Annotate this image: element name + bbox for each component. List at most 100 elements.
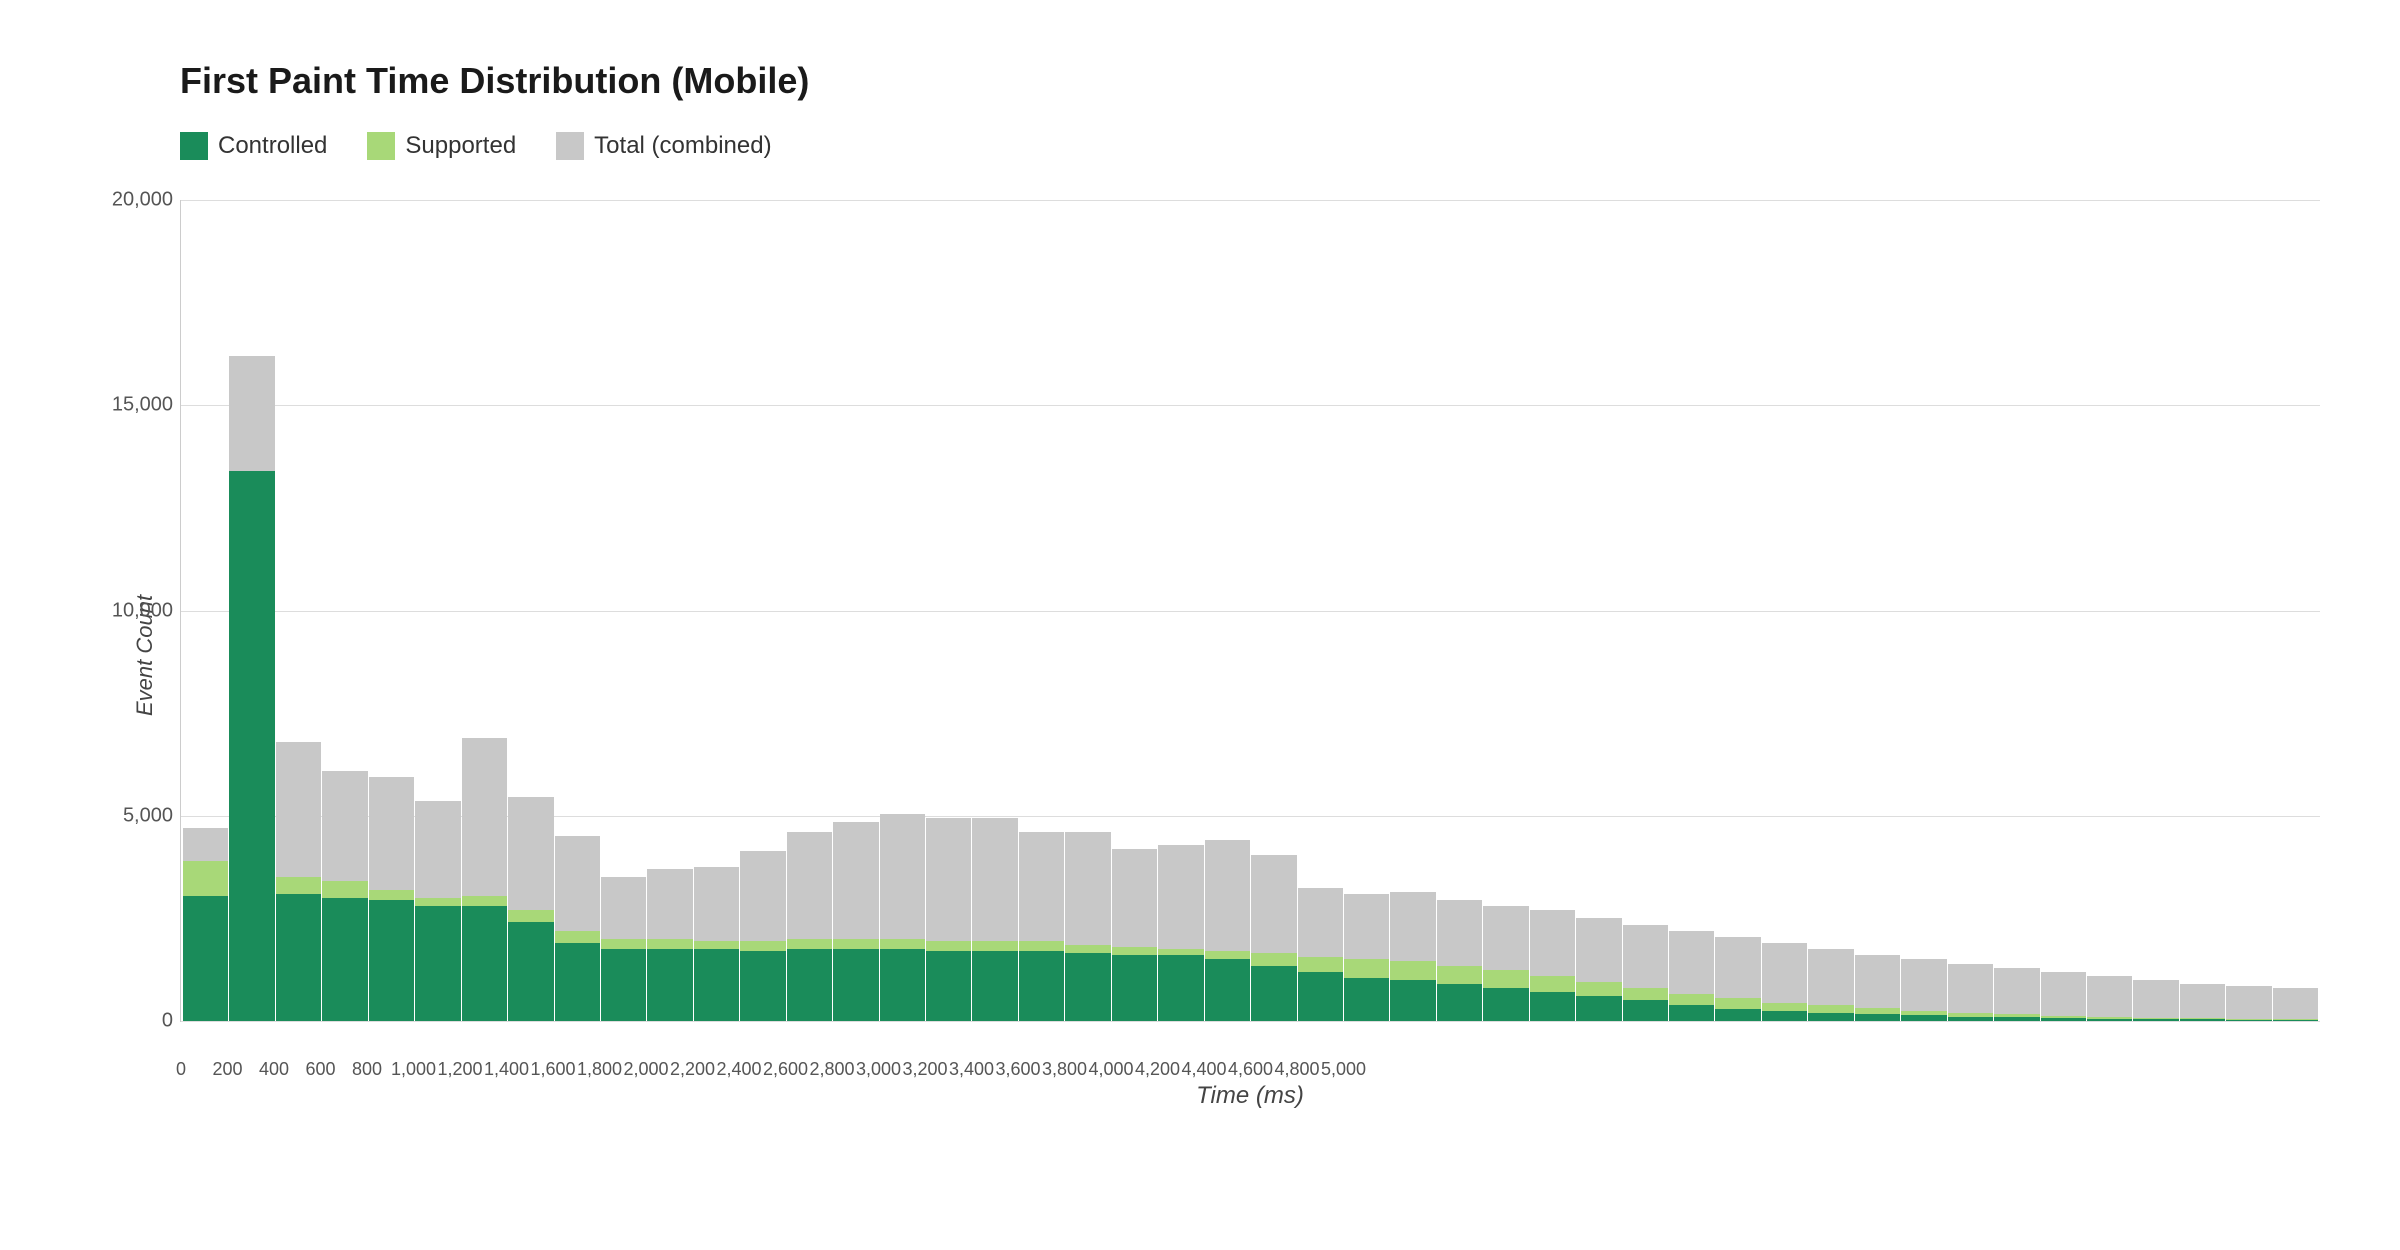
x-tick-label: 800 bbox=[352, 1059, 382, 1080]
bar-controlled bbox=[369, 900, 414, 1021]
bar-controlled bbox=[926, 951, 971, 1021]
y-tick-label: 15,000 bbox=[93, 394, 173, 417]
bar-controlled bbox=[1205, 959, 1250, 1021]
bar-group bbox=[229, 200, 274, 1021]
bar-group bbox=[2273, 200, 2318, 1021]
bar-controlled bbox=[1948, 1017, 1993, 1022]
x-tick-label: 4,000 bbox=[1088, 1059, 1133, 1080]
bar-group bbox=[1669, 200, 1714, 1021]
bar-controlled bbox=[508, 922, 553, 1021]
bar-controlled bbox=[1344, 978, 1389, 1021]
bar-controlled bbox=[322, 898, 367, 1021]
y-tick-label: 10,000 bbox=[93, 599, 173, 622]
bar-controlled bbox=[415, 906, 460, 1021]
bar-group bbox=[1158, 200, 1203, 1021]
x-tick-label: 2,000 bbox=[623, 1059, 668, 1080]
total-swatch bbox=[556, 132, 584, 160]
bar-group bbox=[462, 200, 507, 1021]
bar-controlled bbox=[1019, 951, 1064, 1021]
bar-controlled bbox=[833, 949, 878, 1021]
x-tick-label: 4,400 bbox=[1181, 1059, 1226, 1080]
bar-controlled bbox=[2226, 1020, 2271, 1021]
bar-group bbox=[1298, 200, 1343, 1021]
bar-group bbox=[1855, 200, 1900, 1021]
x-tick-label: 1,800 bbox=[577, 1059, 622, 1080]
bar-controlled bbox=[647, 949, 692, 1021]
x-axis-label: Time (ms) bbox=[180, 1082, 2320, 1110]
bar-group bbox=[2133, 200, 2178, 1021]
bar-group bbox=[787, 200, 832, 1021]
bar-group bbox=[1994, 200, 2039, 1021]
bar-controlled bbox=[694, 949, 739, 1021]
x-tick-label: 0 bbox=[176, 1059, 186, 1080]
x-tick-label: 2,400 bbox=[716, 1059, 761, 1080]
bar-total bbox=[2133, 980, 2178, 1021]
y-tick-label: 5,000 bbox=[93, 804, 173, 827]
bar-group bbox=[1112, 200, 1157, 1021]
legend-item-supported: Supported bbox=[367, 132, 516, 160]
bar-controlled bbox=[1808, 1013, 1853, 1021]
x-tick-label: 1,400 bbox=[484, 1059, 529, 1080]
bar-total bbox=[2041, 972, 2086, 1021]
bar-controlled bbox=[229, 471, 274, 1021]
bar-controlled bbox=[2133, 1019, 2178, 1021]
bar-group bbox=[601, 200, 646, 1021]
bar-controlled bbox=[972, 951, 1017, 1021]
bar-group bbox=[1576, 200, 1621, 1021]
bar-group bbox=[833, 200, 878, 1021]
x-tick-label: 3,600 bbox=[995, 1059, 1040, 1080]
controlled-swatch bbox=[180, 132, 208, 160]
bar-total bbox=[2180, 984, 2225, 1021]
x-tick-label: 1,600 bbox=[530, 1059, 575, 1080]
bar-controlled bbox=[1251, 966, 1296, 1021]
bar-group bbox=[555, 200, 600, 1021]
bar-group bbox=[1901, 200, 1946, 1021]
bar-group bbox=[1948, 200, 1993, 1021]
bar-group bbox=[1623, 200, 1668, 1021]
supported-swatch bbox=[367, 132, 395, 160]
chart-area: Event Count 02004006008001,0001,2001,400… bbox=[120, 200, 2320, 1110]
bar-controlled bbox=[1390, 980, 1435, 1021]
bar-group bbox=[694, 200, 739, 1021]
bar-group bbox=[926, 200, 971, 1021]
bar-total bbox=[2087, 976, 2132, 1021]
y-tick-label: 20,000 bbox=[93, 189, 173, 212]
bar-controlled bbox=[1855, 1014, 1900, 1021]
bar-group bbox=[740, 200, 785, 1021]
legend-item-controlled: Controlled bbox=[180, 132, 327, 160]
x-tick-label: 3,400 bbox=[949, 1059, 994, 1080]
bar-controlled bbox=[1158, 955, 1203, 1021]
bar-group bbox=[1065, 200, 1110, 1021]
bar-controlled bbox=[1298, 972, 1343, 1021]
bar-group bbox=[415, 200, 460, 1021]
bar-controlled bbox=[1483, 988, 1528, 1021]
bar-controlled bbox=[183, 896, 228, 1021]
bar-controlled bbox=[1623, 1000, 1668, 1021]
bar-controlled bbox=[2087, 1019, 2132, 1021]
bar-controlled bbox=[740, 951, 785, 1021]
bar-group bbox=[183, 200, 228, 1021]
bar-group bbox=[1715, 200, 1760, 1021]
bar-group bbox=[369, 200, 414, 1021]
x-tick-label: 1,000 bbox=[391, 1059, 436, 1080]
x-tick-label: 5,000 bbox=[1321, 1059, 1366, 1080]
bar-group bbox=[1762, 200, 1807, 1021]
bar-total bbox=[1994, 968, 2039, 1021]
bar-group bbox=[1483, 200, 1528, 1021]
bar-controlled bbox=[1065, 953, 1110, 1021]
bar-controlled bbox=[555, 943, 600, 1021]
bar-controlled bbox=[601, 949, 646, 1021]
y-tick-label: 0 bbox=[93, 1010, 173, 1033]
bar-group bbox=[322, 200, 367, 1021]
bar-group bbox=[647, 200, 692, 1021]
bar-controlled bbox=[1901, 1015, 1946, 1021]
legend-label-controlled: Controlled bbox=[218, 132, 327, 160]
bar-controlled bbox=[1530, 992, 1575, 1021]
x-tick-label: 2,600 bbox=[763, 1059, 808, 1080]
bar-controlled bbox=[2273, 1020, 2318, 1021]
bar-controlled bbox=[1669, 1005, 1714, 1021]
x-tick-label: 4,800 bbox=[1274, 1059, 1319, 1080]
bar-group bbox=[1390, 200, 1435, 1021]
x-tick-label: 3,000 bbox=[856, 1059, 901, 1080]
bar-group bbox=[1530, 200, 1575, 1021]
